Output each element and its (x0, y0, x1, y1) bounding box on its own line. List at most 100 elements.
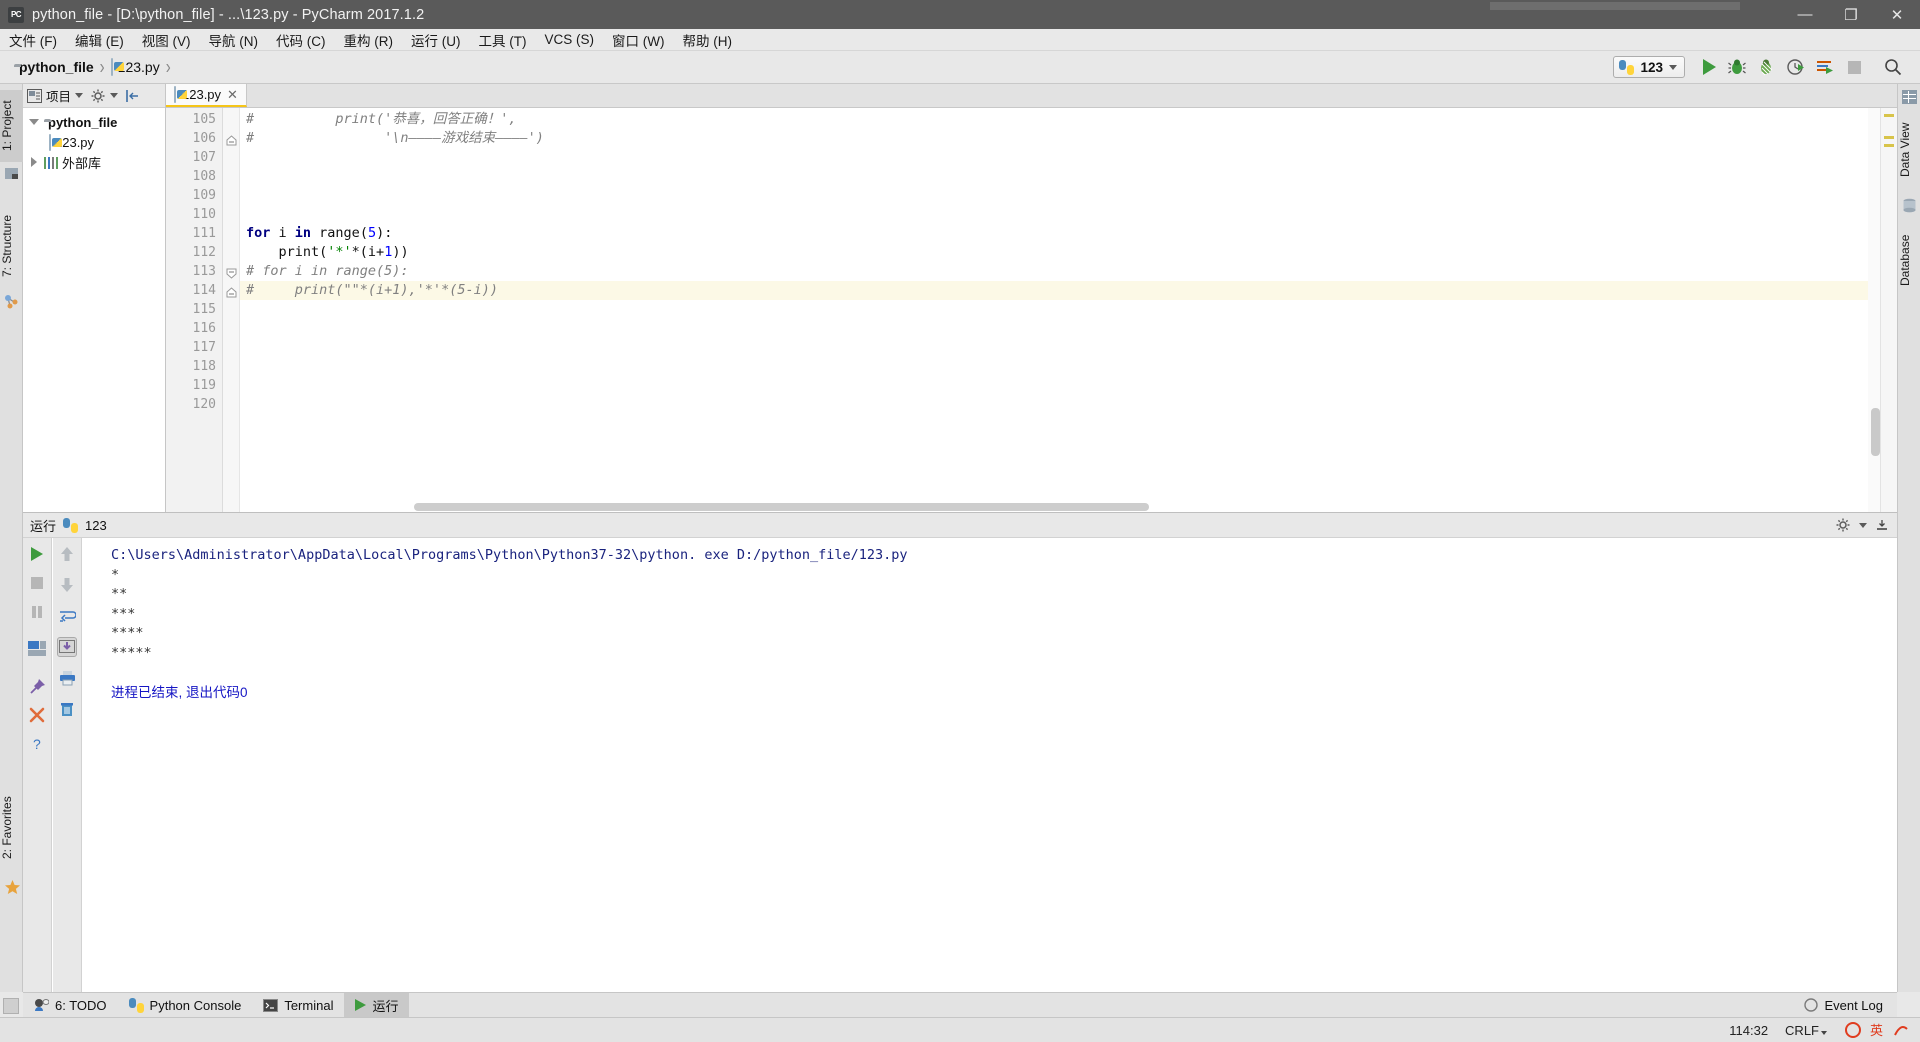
code-line[interactable]: for i in range(5): (246, 224, 392, 243)
line-number[interactable]: 106 (166, 129, 216, 148)
menu-item-help[interactable]: 帮助 (H) (674, 28, 742, 52)
restore-layout-button[interactable] (27, 639, 47, 659)
line-number[interactable]: 112 (166, 243, 216, 262)
code-line[interactable]: # for i in range(5): (246, 262, 409, 281)
warning-marker[interactable] (1884, 136, 1894, 139)
scrollbar-thumb[interactable] (1871, 408, 1880, 456)
sidebar-item-data-view[interactable]: Data View (1898, 110, 1920, 190)
minimize-button[interactable]: — (1782, 0, 1828, 29)
ime-icon[interactable] (1844, 1021, 1862, 1039)
breadcrumb-file[interactable]: 123.py (110, 58, 160, 76)
coverage-button[interactable] (1754, 54, 1780, 80)
tool-icon[interactable] (1892, 1021, 1910, 1039)
soft-wrap-button[interactable] (57, 606, 77, 626)
chevron-down-icon[interactable] (27, 119, 40, 125)
fold-end-icon[interactable] (226, 133, 237, 146)
chevron-right-icon[interactable] (27, 157, 40, 167)
menu-item-navigate[interactable]: 导航 (N) (200, 28, 268, 52)
tree-item-python-file[interactable]: python_file (23, 112, 165, 132)
line-number[interactable]: 118 (166, 357, 216, 376)
gear-icon[interactable] (91, 89, 106, 103)
editor-vertical-scrollbar[interactable] (1868, 108, 1880, 512)
bottom-tab-python-console[interactable]: Python Console (118, 993, 253, 1017)
line-number[interactable]: 107 (166, 148, 216, 167)
run-configuration-selector[interactable]: 123 (1613, 56, 1685, 78)
sidebar-item-project[interactable]: 1: Project (0, 90, 23, 162)
gear-icon[interactable] (1836, 518, 1851, 532)
close-icon[interactable]: ✕ (227, 87, 238, 103)
chevron-down-icon[interactable] (75, 93, 84, 98)
debug-button[interactable] (1725, 54, 1751, 80)
line-number[interactable]: 113 (166, 262, 216, 281)
chevron-down-icon[interactable] (1859, 522, 1867, 528)
up-stack-button[interactable] (57, 544, 77, 564)
line-number[interactable]: 110 (166, 205, 216, 224)
line-number[interactable]: 108 (166, 167, 216, 186)
line-separator[interactable]: CRLF (1785, 1023, 1827, 1038)
menu-item-refactor[interactable]: 重构 (R) (335, 28, 403, 52)
tree-item-external-libraries[interactable]: 外部库 (23, 152, 165, 172)
fold-expanded-icon[interactable] (226, 266, 237, 279)
sidebar-item-favorites[interactable]: 2: Favorites (0, 784, 23, 872)
run-button[interactable] (1696, 54, 1722, 80)
sidebar-item-structure[interactable]: 7: Structure (0, 202, 23, 290)
resize-grip[interactable] (3, 998, 19, 1014)
minimize-panel-icon[interactable] (1875, 518, 1890, 532)
scrollbar-thumb[interactable] (414, 503, 1149, 511)
console-output[interactable]: C:\Users\Administrator\AppData\Local\Pro… (83, 538, 1897, 993)
line-number[interactable]: 114 (166, 281, 216, 300)
run-with-console-button[interactable] (1812, 54, 1838, 80)
bottom-tab-terminal[interactable]: Terminal (252, 993, 344, 1017)
menu-item-view[interactable]: 视图 (V) (133, 28, 200, 52)
pause-button[interactable] (27, 602, 47, 622)
bottom-tab-todo[interactable]: 6: TODO (23, 993, 118, 1017)
fold-end-icon[interactable] (226, 285, 237, 298)
scroll-to-end-button[interactable] (57, 637, 77, 657)
clear-all-button[interactable] (57, 699, 77, 719)
close-button[interactable]: ✕ (1874, 0, 1920, 29)
tree-item-123py[interactable]: 123.py (23, 132, 165, 152)
line-number[interactable]: 111 (166, 224, 216, 243)
collapse-all-icon[interactable] (126, 89, 141, 103)
search-everywhere-button[interactable] (1880, 54, 1906, 80)
language-icon[interactable]: 英 (1868, 1021, 1886, 1039)
menu-item-edit[interactable]: 编辑 (E) (66, 28, 133, 52)
menu-item-window[interactable]: 窗口 (W) (603, 28, 673, 52)
bottom-tab-run[interactable]: 运行 (344, 993, 410, 1017)
close-button[interactable] (27, 705, 47, 725)
line-number[interactable]: 109 (166, 186, 216, 205)
editor-tab-123py[interactable]: 123.py ✕ (166, 84, 247, 107)
warning-marker[interactable] (1884, 114, 1894, 117)
line-number[interactable]: 105 (166, 110, 216, 129)
editor-horizontal-scrollbar[interactable] (414, 502, 1149, 512)
chevron-down-icon[interactable] (110, 93, 119, 98)
code-line[interactable]: print('*'*(i+1)) (246, 243, 409, 262)
pin-tab-button[interactable] (27, 676, 47, 696)
code-folding-strip[interactable] (223, 108, 240, 512)
down-stack-button[interactable] (57, 575, 77, 595)
line-number[interactable]: 115 (166, 300, 216, 319)
menu-item-tools[interactable]: 工具 (T) (470, 28, 536, 52)
breadcrumb-project[interactable]: python_file (14, 59, 94, 75)
line-number[interactable]: 120 (166, 395, 216, 414)
rerun-button[interactable] (27, 544, 47, 564)
print-button[interactable] (57, 668, 77, 688)
menu-item-vcs[interactable]: VCS (S) (536, 30, 604, 49)
line-number[interactable]: 117 (166, 338, 216, 357)
stop-button[interactable] (1841, 54, 1867, 80)
code-line[interactable]: # print('恭喜，回答正确！', (246, 110, 517, 129)
maximize-button[interactable]: ❐ (1828, 0, 1874, 29)
stop-button[interactable] (27, 573, 47, 593)
code-line[interactable]: # '\n————游戏结束————') (246, 129, 544, 148)
menu-item-code[interactable]: 代码 (C) (267, 28, 335, 52)
code-line[interactable]: # print(""*(i+1),'*'*(5-i)) (246, 281, 498, 300)
code-editor[interactable]: 105 106 107 108 109 110 111 112 113 114 115 116 117 1… (166, 108, 1897, 512)
menu-item-file[interactable]: 文件 (F) (0, 28, 66, 52)
warning-marker[interactable] (1884, 144, 1894, 147)
event-log-button[interactable]: Event Log (1804, 993, 1897, 1017)
line-number[interactable]: 116 (166, 319, 216, 338)
menu-item-run[interactable]: 运行 (U) (402, 28, 470, 52)
profile-button[interactable] (1783, 54, 1809, 80)
error-marker-strip[interactable] (1880, 108, 1897, 512)
line-number[interactable]: 119 (166, 376, 216, 395)
